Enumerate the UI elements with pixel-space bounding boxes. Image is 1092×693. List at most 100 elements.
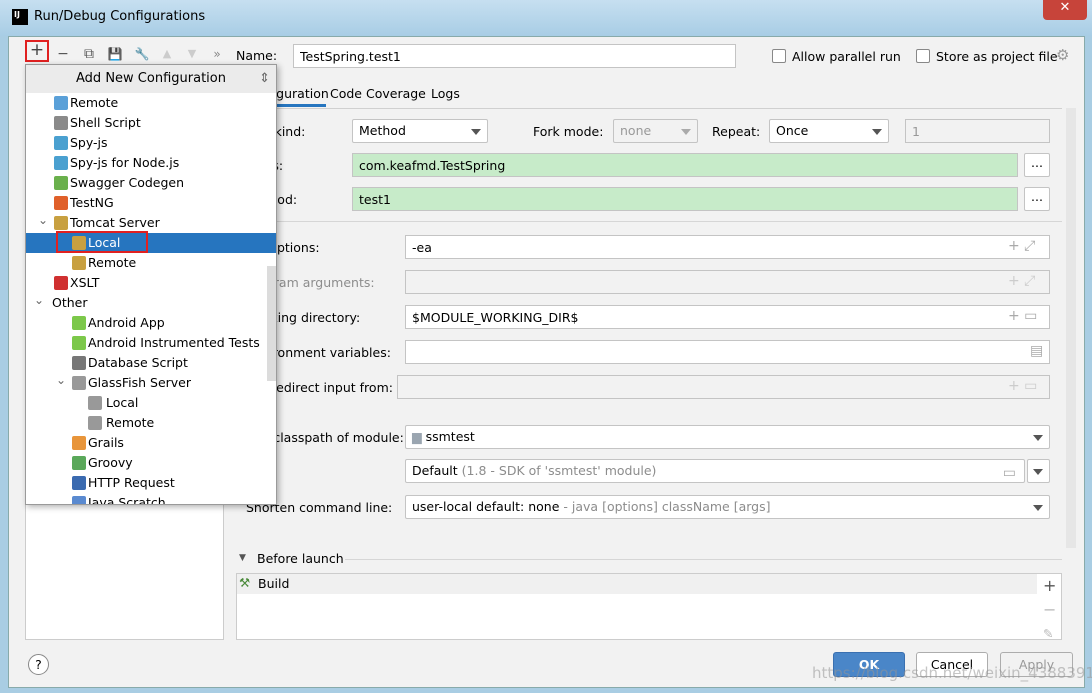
config-type-icon xyxy=(72,316,86,330)
remove-task-icon[interactable]: − xyxy=(1043,600,1056,619)
jre-hint: (1.8 - SDK of 'ssmtest' module) xyxy=(461,463,657,478)
config-type-label: Spy-js xyxy=(70,135,108,150)
config-type-item[interactable]: HTTP Request xyxy=(26,473,276,493)
shorten-command-value: user-local default: none xyxy=(412,499,560,514)
shorten-command-hint: - java [options] className [args] xyxy=(563,499,771,514)
jre-value: Default xyxy=(412,463,458,478)
config-type-item[interactable]: Android App xyxy=(26,313,276,333)
config-type-label: Swagger Codegen xyxy=(70,175,185,190)
config-type-item[interactable]: Swagger Codegen xyxy=(26,173,276,193)
test-kind-select[interactable]: Method xyxy=(352,119,488,143)
allow-parallel-label: Allow parallel run xyxy=(792,49,901,64)
config-type-item[interactable]: XSLT xyxy=(26,273,276,293)
folder-icon[interactable]: + ▭ xyxy=(1008,308,1037,324)
class-input[interactable] xyxy=(352,153,1018,177)
fork-mode-select[interactable]: none xyxy=(613,119,698,143)
program-arguments-input[interactable] xyxy=(405,270,1050,294)
chevron-down-icon[interactable]: ⌄ xyxy=(56,370,66,390)
config-type-item[interactable]: Android Instrumented Tests xyxy=(26,333,276,353)
config-type-icon xyxy=(54,276,68,290)
folder-icon[interactable]: ▭ xyxy=(1003,462,1016,484)
chevron-down-icon xyxy=(681,129,691,135)
redirect-input-field[interactable] xyxy=(397,375,1050,399)
test-kind-value: Method xyxy=(359,123,406,138)
config-type-label: Spy-js for Node.js xyxy=(70,155,180,170)
before-launch-item[interactable]: ⚒ Build xyxy=(237,574,1037,594)
config-type-icon xyxy=(72,336,86,350)
wrench-icon[interactable]: 🔧 xyxy=(132,44,152,64)
hammer-icon: ⚒ xyxy=(239,575,251,590)
move-down-icon[interactable]: ▼ xyxy=(182,44,202,64)
config-type-icon xyxy=(72,476,86,490)
document-icon[interactable]: ▤ xyxy=(1030,343,1043,359)
config-type-label: GlassFish Server xyxy=(88,375,191,390)
pencil-icon[interactable]: ✎ xyxy=(1043,626,1053,641)
working-directory-input[interactable] xyxy=(405,305,1050,329)
vm-options-input[interactable] xyxy=(405,235,1050,259)
repeat-count-input[interactable] xyxy=(905,119,1050,143)
name-label: Name: xyxy=(236,48,278,63)
config-type-icon xyxy=(88,396,102,410)
collapse-all-icon[interactable]: ⇕ xyxy=(259,65,270,93)
more-icon[interactable]: » xyxy=(207,44,227,64)
config-type-item[interactable]: Local xyxy=(26,231,276,253)
expand-icon[interactable]: + ⤢ xyxy=(1008,238,1035,254)
config-type-item[interactable]: ⌄ GlassFish Server xyxy=(26,373,276,393)
collapse-icon[interactable]: ▼ xyxy=(239,553,246,563)
shorten-command-select[interactable]: user-local default: none - java [options… xyxy=(405,495,1050,519)
jre-select[interactable]: Default (1.8 - SDK of 'ssmtest' module) ▭ xyxy=(405,459,1025,483)
config-type-item[interactable]: Remote xyxy=(26,93,276,113)
copy-icon[interactable]: ⧉ xyxy=(79,44,99,64)
method-input[interactable] xyxy=(352,187,1018,211)
close-button[interactable]: ✕ xyxy=(1043,0,1087,20)
browse-method-button[interactable]: ... xyxy=(1024,187,1050,211)
add-configuration-button[interactable]: + xyxy=(25,40,49,62)
config-type-icon xyxy=(54,96,68,110)
allow-parallel-checkbox[interactable] xyxy=(772,49,786,63)
jre-dropdown-button[interactable] xyxy=(1027,459,1050,483)
name-input[interactable] xyxy=(293,44,736,68)
save-icon[interactable]: 💾 xyxy=(105,44,125,64)
repeat-select[interactable]: Once xyxy=(769,119,889,143)
config-type-item[interactable]: ⌄ Other xyxy=(26,293,276,313)
config-type-icon xyxy=(88,416,102,430)
tab-logs[interactable]: Logs xyxy=(431,86,460,101)
config-type-item[interactable]: ⌄ Tomcat Server xyxy=(26,213,276,233)
classpath-module-select[interactable]: ▆ ssmtest xyxy=(405,425,1050,449)
config-type-item[interactable]: Local xyxy=(26,393,276,413)
popup-scrollbar[interactable] xyxy=(267,266,276,381)
config-type-label: XSLT xyxy=(70,275,100,290)
config-type-label: Android App xyxy=(88,315,165,330)
store-project-label: Store as project file xyxy=(936,49,1058,64)
remove-button[interactable]: − xyxy=(53,44,73,64)
config-type-item[interactable]: Spy-js for Node.js xyxy=(26,153,276,173)
environment-variables-input[interactable] xyxy=(405,340,1050,364)
highlight-box xyxy=(56,231,148,253)
config-type-item[interactable]: Shell Script xyxy=(26,113,276,133)
chevron-down-icon[interactable]: ⌄ xyxy=(34,290,44,310)
config-type-label: Local xyxy=(106,395,139,410)
popup-title-text: Add New Configuration xyxy=(76,71,226,86)
config-type-item[interactable]: Java Scratch xyxy=(26,493,276,505)
config-type-item[interactable]: Remote xyxy=(26,413,276,433)
expand-icon[interactable]: + ⤢ xyxy=(1008,273,1035,289)
config-type-item[interactable]: Grails xyxy=(26,433,276,453)
folder-icon[interactable]: + ▭ xyxy=(1008,378,1037,394)
config-type-label: Java Scratch xyxy=(88,495,166,505)
config-type-item[interactable]: Spy-js xyxy=(26,133,276,153)
redirect-input-label: Redirect input from: xyxy=(268,380,393,395)
before-launch-item-label: Build xyxy=(258,576,290,591)
help-button[interactable]: ? xyxy=(28,654,49,675)
move-up-icon[interactable]: ▲ xyxy=(157,44,177,64)
config-type-item[interactable]: Groovy xyxy=(26,453,276,473)
panel-scrollbar[interactable] xyxy=(1066,108,1076,548)
gear-icon[interactable]: ⚙ xyxy=(1056,46,1069,64)
store-project-checkbox[interactable] xyxy=(916,49,930,63)
browse-class-button[interactable]: ... xyxy=(1024,153,1050,177)
add-task-icon[interactable]: + xyxy=(1043,576,1056,595)
config-type-item[interactable]: Remote xyxy=(26,253,276,273)
tab-code-coverage[interactable]: Code Coverage xyxy=(330,86,426,101)
chevron-down-icon[interactable]: ⌄ xyxy=(38,210,48,230)
config-type-item[interactable]: TestNG xyxy=(26,193,276,213)
config-type-icon xyxy=(54,156,68,170)
